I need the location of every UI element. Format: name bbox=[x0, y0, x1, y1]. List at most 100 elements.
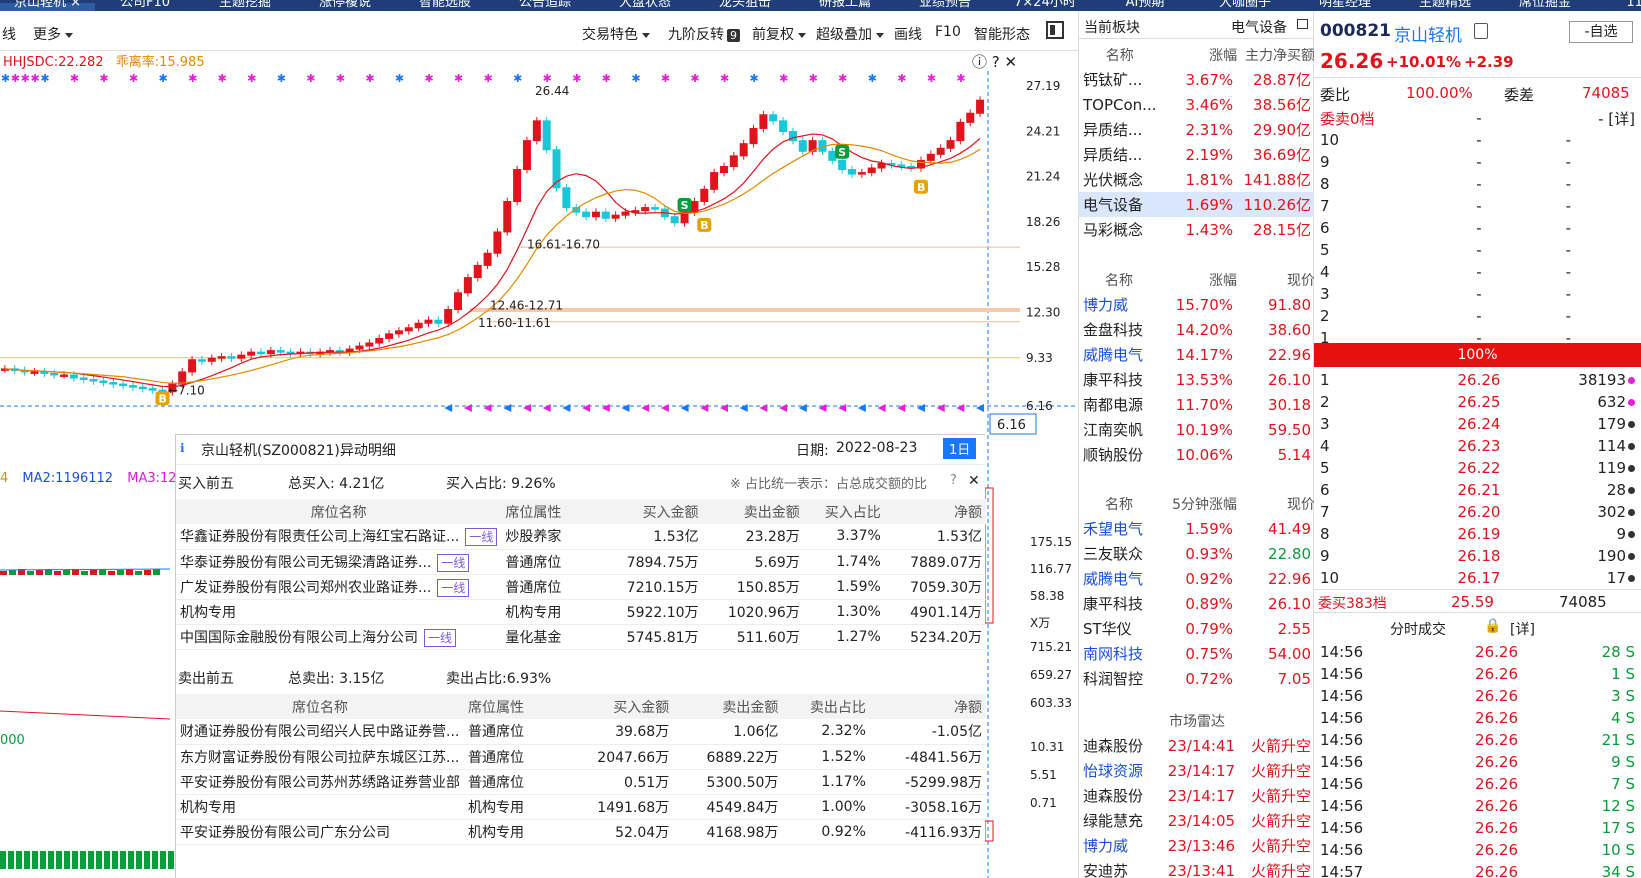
ticks-detail-link[interactable]: [详] bbox=[1510, 619, 1535, 639]
ask-row[interactable]: 3 - - bbox=[1314, 283, 1641, 305]
top-tab[interactable]: 研报工篇 bbox=[795, 0, 895, 11]
list-item[interactable]: 博力威 15.70% 91.80 bbox=[1079, 292, 1315, 317]
table-row[interactable]: 中国国际金融股份有限公司上海分公司 一线 量化基金 5745.81万 511.60万 1.… bbox=[176, 624, 986, 650]
list-item[interactable]: 康平科技 0.89% 26.10 bbox=[1079, 591, 1315, 616]
bid-row[interactable]: 1 26.26 38193 bbox=[1314, 369, 1641, 391]
bid-row[interactable]: 10 26.17 17 bbox=[1314, 567, 1641, 589]
nine-reversal-button[interactable]: 九阶反转 9 bbox=[668, 24, 740, 44]
overlay-button[interactable]: 超级叠加 bbox=[816, 24, 884, 44]
top-tab[interactable]: 大盘状态 bbox=[595, 0, 695, 11]
table-row[interactable]: 机构专用 机构专用 5922.10万 1020.96万 1.30% 4901.14万 bbox=[176, 599, 986, 625]
list-item[interactable]: 科润智控 0.72% 7.05 bbox=[1079, 666, 1315, 691]
ask-row[interactable]: 2 - - bbox=[1314, 305, 1641, 327]
help-icon[interactable]: ? bbox=[950, 473, 957, 488]
list-item[interactable]: 南都电源 11.70% 30.18 bbox=[1079, 392, 1315, 417]
list-item[interactable]: 顺钠股份 10.06% 5.14 bbox=[1079, 442, 1315, 467]
table-row[interactable]: 华泰证券股份有限公司无锡梁清路证券... 一线 普通席位 7894.75万 5.69万 1… bbox=[176, 549, 986, 575]
bid-row[interactable]: 5 26.22 119 bbox=[1314, 457, 1641, 479]
table-row[interactable]: 平安证券股份有限公司广东分公司 机构专用 52.04万 4168.98万 0.92% -4… bbox=[176, 819, 986, 845]
draw-line-button[interactable]: 画线 bbox=[894, 24, 922, 44]
toolbar-more-button[interactable]: 更多 bbox=[33, 24, 73, 44]
list-item[interactable]: 江南奕帆 10.19% 59.50 bbox=[1079, 417, 1315, 442]
ask-detail-link[interactable]: [详] bbox=[1608, 110, 1635, 128]
copy-icon[interactable] bbox=[1474, 23, 1488, 39]
list-item[interactable]: 迪森股份 23/14:17 火箭升空 bbox=[1079, 783, 1315, 808]
tier-tag[interactable]: 一线 bbox=[424, 628, 457, 647]
top-tab[interactable]: 明星经理 bbox=[1295, 0, 1395, 11]
ask-row[interactable]: 8 - - bbox=[1314, 173, 1641, 195]
smart-pattern-button[interactable]: 智能形态 bbox=[974, 24, 1030, 44]
ask-row[interactable]: 7 - - bbox=[1314, 195, 1641, 217]
top-tab[interactable]: 主题挖掘 bbox=[195, 0, 295, 11]
lock-icon[interactable]: 🔒 bbox=[1484, 618, 1501, 634]
top-tab[interactable]: 7×24小时 bbox=[995, 0, 1095, 11]
ask-row[interactable]: 10 - - bbox=[1314, 129, 1641, 151]
list-item[interactable]: 康平科技 13.53% 26.10 bbox=[1079, 367, 1315, 392]
top-tab[interactable]: 110% bbox=[1595, 0, 1641, 11]
table-row[interactable]: 财通证券股份有限公司绍兴人民中路证券营... 普通席位 39.68万 1.06亿 2.3… bbox=[176, 719, 986, 745]
period-button[interactable]: 1日 bbox=[943, 438, 977, 459]
top-tab[interactable]: 京山轻机 × bbox=[0, 0, 95, 11]
bid-row[interactable]: 9 26.18 190 bbox=[1314, 545, 1641, 567]
top-tab[interactable]: 涨停複说 bbox=[295, 0, 395, 11]
ask-row[interactable]: 4 - - bbox=[1314, 261, 1641, 283]
top-tab[interactable]: 大咖圈子 bbox=[1195, 0, 1295, 11]
top-tab[interactable]: 智能选股 bbox=[395, 0, 495, 11]
layout-toggle-icon[interactable] bbox=[1046, 21, 1064, 39]
ask-row[interactable]: 5 - - bbox=[1314, 239, 1641, 261]
bid-row[interactable]: 6 26.21 28 bbox=[1314, 479, 1641, 501]
date-value[interactable]: 2022-08-23 bbox=[836, 440, 917, 456]
tier-tag[interactable]: 一线 bbox=[465, 528, 498, 547]
bid-row[interactable]: 4 26.23 114 bbox=[1314, 435, 1641, 457]
bid-row[interactable]: 8 26.19 9 bbox=[1314, 523, 1641, 545]
top-tab[interactable]: 龙头狙击 bbox=[695, 0, 795, 11]
list-item[interactable]: 博力威 23/13:46 火箭升空 bbox=[1079, 833, 1315, 858]
list-item[interactable]: 电气设备 1.69% 110.26亿 bbox=[1079, 192, 1315, 217]
list-item[interactable]: 钙钛矿... 3.67% 28.87亿 bbox=[1079, 67, 1315, 92]
list-item[interactable]: 金盘科技 14.20% 38.60 bbox=[1079, 317, 1315, 342]
top-tab[interactable]: 主题精选 bbox=[1395, 0, 1495, 11]
top-tab[interactable]: 席位掘金 bbox=[1495, 0, 1595, 11]
table-row[interactable]: 东方财富证券股份有限公司拉萨东城区江苏... 普通席位 2047.66万 6889.2… bbox=[176, 744, 986, 770]
top-tab[interactable]: 公告追踪 bbox=[495, 0, 595, 11]
current-sector[interactable]: 电气设备 bbox=[1231, 17, 1287, 37]
tier-tag[interactable]: 一线 bbox=[437, 578, 470, 597]
list-item[interactable]: 光伏概念 1.81% 141.88亿 bbox=[1079, 167, 1315, 192]
list-item[interactable]: 异质结... 2.31% 29.90亿 bbox=[1079, 117, 1315, 142]
close-icon[interactable]: ✕ bbox=[968, 473, 980, 489]
f10-button[interactable]: F10 bbox=[935, 24, 961, 40]
trade-feature-button[interactable]: 交易特色 bbox=[582, 24, 650, 44]
table-row[interactable]: 平安证券股份有限公司苏州苏绣路证券营业部 普通席位 0.51万 5300.50万 1.1… bbox=[176, 769, 986, 795]
table-row[interactable]: 华鑫证券股份有限责任公司上海红宝石路证... 一线 炒股养家 1.53亿 23.28万 3… bbox=[176, 524, 986, 550]
ask-row[interactable]: 9 - - bbox=[1314, 151, 1641, 173]
tier-tag[interactable]: 一线 bbox=[437, 553, 470, 572]
list-item[interactable]: TOPCon... 3.46% 38.56亿 bbox=[1079, 92, 1315, 117]
chart-close-icon[interactable]: ⓘ ? ✕ bbox=[972, 51, 1017, 72]
top-tab[interactable]: 公司F10 bbox=[95, 0, 195, 11]
top-tab[interactable]: AI预期 bbox=[1095, 0, 1195, 11]
stock-name[interactable]: 京山轻机 bbox=[1394, 21, 1462, 46]
list-item[interactable]: 禾望电气 1.59% 41.49 bbox=[1079, 516, 1315, 541]
bid-row[interactable]: 7 26.20 302 bbox=[1314, 501, 1641, 523]
watchlist-button[interactable]: -自选 bbox=[1569, 21, 1633, 43]
table-row[interactable]: 机构专用 机构专用 1491.68万 4549.84万 1.00% -3058.16万 bbox=[176, 794, 986, 820]
toolbar-line-button[interactable]: 线 bbox=[2, 24, 16, 44]
list-item[interactable]: 威腾电气 0.92% 22.96 bbox=[1079, 566, 1315, 591]
minimize-icon[interactable] bbox=[1297, 19, 1308, 29]
list-item[interactable]: 三友联众 0.93% 22.80 bbox=[1079, 541, 1315, 566]
adjust-button[interactable]: 前复权 bbox=[752, 24, 806, 44]
bid-row[interactable]: 2 26.25 632 bbox=[1314, 391, 1641, 413]
bid-row[interactable]: 3 26.24 179 bbox=[1314, 413, 1641, 435]
list-item[interactable]: 南网科技 0.75% 54.00 bbox=[1079, 641, 1315, 666]
list-item[interactable]: 异质结... 2.19% 36.69亿 bbox=[1079, 142, 1315, 167]
list-item[interactable]: ST华仪 0.79% 2.55 bbox=[1079, 616, 1315, 641]
list-item[interactable]: 马彩概念 1.43% 28.15亿 bbox=[1079, 217, 1315, 242]
list-item[interactable]: 怡球资源 23/14:17 火箭升空 bbox=[1079, 758, 1315, 783]
ask-row[interactable]: 6 - - bbox=[1314, 217, 1641, 239]
list-item[interactable]: 迪森股份 23/14:41 火箭升空 bbox=[1079, 733, 1315, 758]
table-row[interactable]: 广发证券股份有限公司郑州农业路证券... 一线 普通席位 7210.15万 150.85… bbox=[176, 574, 986, 600]
top-tab[interactable]: 业绩预告 bbox=[895, 0, 995, 11]
list-item[interactable]: 威腾电气 14.17% 22.96 bbox=[1079, 342, 1315, 367]
list-item[interactable]: 安迪苏 23/13:41 火箭升空 bbox=[1079, 858, 1315, 878]
list-item[interactable]: 绿能慧充 23/14:05 火箭升空 bbox=[1079, 808, 1315, 833]
